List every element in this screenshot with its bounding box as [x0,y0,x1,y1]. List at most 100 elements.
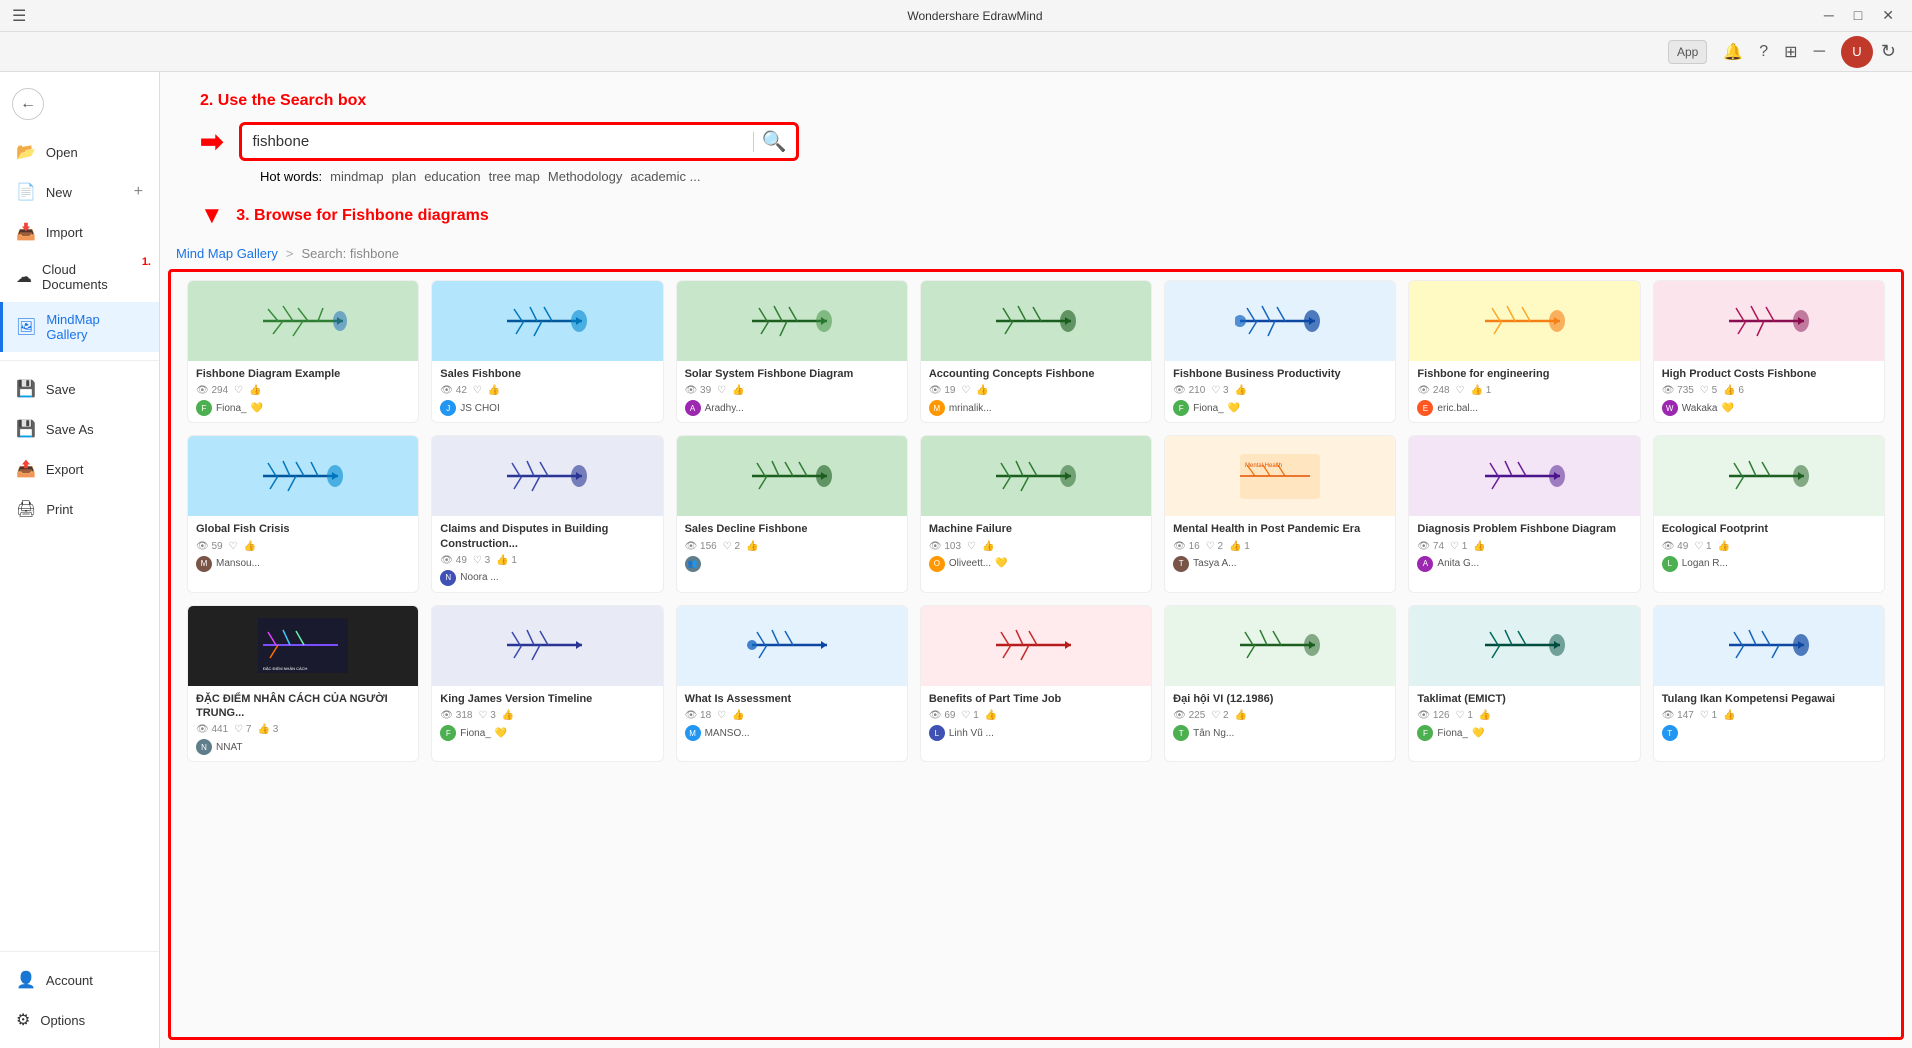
sidebar-item-options[interactable]: ⚙ Options [0,1000,159,1040]
gallery-card-10[interactable]: Sales Decline Fishbone 👁 156♡ 2👍 👥 [676,435,908,593]
author-avatar-3: A [685,400,701,416]
gallery-card-2[interactable]: Sales Fishbone 👁 42♡👍 J JS CHOI [431,280,663,423]
app-button[interactable]: App [1668,40,1707,64]
card-title-7: High Product Costs Fishbone [1662,367,1876,381]
card-stats-14: 👁 49♡ 1👍 [1662,541,1876,552]
card-title-4: Accounting Concepts Fishbone [929,367,1143,381]
sidebar-item-mindmap-gallery[interactable]: 🖼 MindMap Gallery [0,302,159,352]
plus-icon[interactable]: + [134,183,143,201]
sidebar-item-account[interactable]: 👤 Account [0,960,159,1000]
author-avatar-8: M [196,556,212,572]
breadcrumb-current: Search: fishbone [301,246,399,261]
back-button[interactable]: ← [12,88,44,120]
cloud-icon: ☁ [16,267,32,287]
new-icon: 📄 [16,182,36,202]
card-title-14: Ecological Footprint [1662,522,1876,536]
author-avatar-6: E [1417,400,1433,416]
gallery-card-1[interactable]: Fishbone Diagram Example 👁 294♡👍 F Fiona… [187,280,419,423]
sidebar-label-export: Export [46,462,84,477]
hot-word-mindmap[interactable]: mindmap [330,169,383,184]
sidebar-item-cloud[interactable]: ☁ Cloud Documents 1. [0,252,159,302]
gallery-card-19[interactable]: Đại hội VI (12.1986) 👁 225♡ 2👍 T Tân Ng.… [1164,605,1396,763]
gallery-card-6[interactable]: Fishbone for engineering 👁 248♡👍 1 E eri… [1408,280,1640,423]
card-author-7: W Wakaka💛 [1662,400,1876,416]
sidebar-label-print: Print [46,502,73,517]
sidebar-item-save[interactable]: 💾 Save [0,369,159,409]
gallery-card-11[interactable]: Machine Failure 👁 103♡👍 O Oliveett...💛 [920,435,1152,593]
card-title-15: ĐẶC ĐIỂM NHÂN CÁCH CỦA NGƯỜI TRUNG... [196,692,410,721]
help-icon[interactable]: ? [1759,43,1768,61]
card-stats-8: 👁 59♡👍 [196,541,410,552]
app-menu-icon[interactable]: ☰ [12,6,26,26]
hot-word-plan[interactable]: plan [392,169,417,184]
card-title-3: Solar System Fishbone Diagram [685,367,899,381]
gallery-card-17[interactable]: What Is Assessment 👁 18♡👍 M MANSO... [676,605,908,763]
content-area: 2. Use the Search box ➡ 🔍 Hot words: min… [160,72,1912,1048]
sidebar-divider [0,360,159,361]
breadcrumb-gallery-link[interactable]: Mind Map Gallery [176,246,278,261]
sidebar-item-save-as[interactable]: 💾 Save As [0,409,159,449]
card-author-16: F Fiona_💛 [440,725,654,741]
maximize-btn[interactable]: □ [1848,5,1868,26]
sidebar-item-new[interactable]: 📄 New + [0,172,159,212]
step3-arrow: ▼ [200,202,224,230]
gallery-card-13[interactable]: Diagnosis Problem Fishbone Diagram 👁 74♡… [1408,435,1640,593]
grid-icon[interactable]: ⊞ [1784,42,1797,62]
hot-word-treemap[interactable]: tree map [489,169,540,184]
author-avatar-7: W [1662,400,1678,416]
close-btn[interactable]: ✕ [1876,5,1900,26]
step3-annotation: 3. Browse for Fishbone diagrams [236,207,489,224]
gallery-card-16[interactable]: King James Version Timeline 👁 318♡ 3👍 F … [431,605,663,763]
user-avatar[interactable]: U [1841,36,1873,68]
gallery-card-9[interactable]: Claims and Disputes in Building Construc… [431,435,663,593]
author-avatar-12: T [1173,556,1189,572]
author-avatar-9: N [440,570,456,586]
search-box-wrapper: 🔍 [239,122,799,161]
minimize-btn[interactable]: ─ [1818,5,1840,26]
card-title-12: Mental Health in Post Pandemic Era [1173,522,1387,536]
gallery-card-8[interactable]: Global Fish Crisis 👁 59♡👍 M Mansou... [187,435,419,593]
author-avatar-1: F [196,400,212,416]
card-stats-16: 👁 318♡ 3👍 [440,710,654,721]
gallery-card-12[interactable]: Mental Health Mental Health in Post Pand… [1164,435,1396,593]
gallery-card-14[interactable]: Ecological Footprint 👁 49♡ 1👍 L Logan R.… [1653,435,1885,593]
gallery-card-20[interactable]: Taklimat (EMICT) 👁 126♡ 1👍 F Fiona_💛 [1408,605,1640,763]
window-minimize-icon[interactable]: ─ [1814,43,1825,61]
card-author-5: F Fiona_💛 [1173,400,1387,416]
sidebar-item-print[interactable]: 🖨 Print [0,489,159,529]
card-stats-13: 👁 74♡ 1👍 [1417,541,1631,552]
hot-word-methodology[interactable]: Methodology [548,169,622,184]
card-stats-2: 👁 42♡👍 [440,385,654,396]
notification-icon[interactable]: 🔔 [1723,42,1743,62]
hot-words: Hot words: mindmap plan education tree m… [200,169,1872,184]
sidebar-item-open[interactable]: 📂 Open [0,132,159,172]
gallery-card-4[interactable]: Accounting Concepts Fishbone 👁 19♡👍 M mr… [920,280,1152,423]
card-stats-21: 👁 147♡ 1👍 [1662,710,1876,721]
gallery-card-7[interactable]: High Product Costs Fishbone 👁 735♡ 5👍 6 … [1653,280,1885,423]
card-author-4: M mrinalik... [929,400,1143,416]
card-title-13: Diagnosis Problem Fishbone Diagram [1417,522,1631,536]
search-input[interactable] [252,133,744,150]
author-avatar-15: N [196,739,212,755]
card-author-10: 👥 [685,556,899,572]
card-stats-19: 👁 225♡ 2👍 [1173,710,1387,721]
card-stats-20: 👁 126♡ 1👍 [1417,710,1631,721]
sidebar-item-import[interactable]: 📥 Import [0,212,159,252]
hot-word-academic[interactable]: academic ... [630,169,700,184]
refresh-icon[interactable]: ↻ [1881,41,1896,62]
sidebar-label-account: Account [46,973,93,988]
card-author-8: M Mansou... [196,556,410,572]
hot-word-education[interactable]: education [424,169,480,184]
gallery-card-5[interactable]: Fishbone Business Productivity 👁 210♡ 3👍… [1164,280,1396,423]
gallery-card-18[interactable]: Benefits of Part Time Job 👁 69♡ 1👍 L Lin… [920,605,1152,763]
sidebar-item-export[interactable]: 📤 Export [0,449,159,489]
author-avatar-18: L [929,725,945,741]
search-button[interactable]: 🔍 [762,129,787,154]
gallery-card-15[interactable]: ĐẶC ĐIỂM NHÂN CÁCH ĐẶC ĐIỂM NHÂN CÁCH CỦ… [187,605,419,763]
sidebar-label-save-as: Save As [46,422,94,437]
author-avatar-10: 👥 [685,556,701,572]
gallery-card-21[interactable]: Tulang Ikan Kompetensi Pegawai 👁 147♡ 1👍… [1653,605,1885,763]
card-stats-7: 👁 735♡ 5👍 6 [1662,385,1876,396]
gallery-card-3[interactable]: Solar System Fishbone Diagram 👁 39♡👍 A A… [676,280,908,423]
card-title-20: Taklimat (EMICT) [1417,692,1631,706]
